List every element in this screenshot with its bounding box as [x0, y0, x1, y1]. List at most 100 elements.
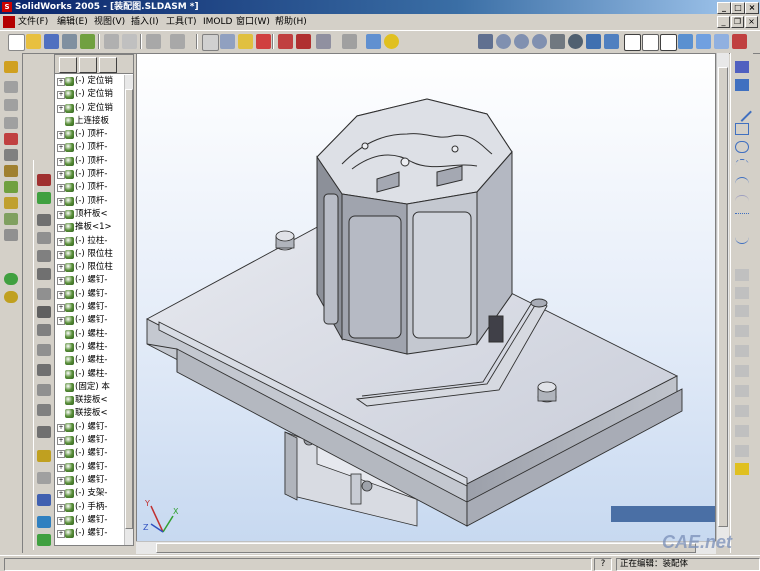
- expand-toggle-icon[interactable]: +: [57, 437, 65, 446]
- expand-toggle-icon[interactable]: +: [57, 317, 65, 326]
- linear-pattern-icon[interactable]: [37, 364, 51, 376]
- tree-row[interactable]: + (-) 限位柱: [55, 248, 125, 261]
- select-arrow-icon[interactable]: [202, 34, 219, 51]
- arc-icon[interactable]: [735, 159, 749, 172]
- graphics-area[interactable]: Y X Z: [136, 53, 716, 551]
- expand-toggle-icon[interactable]: +: [57, 264, 65, 273]
- expand-toggle-icon[interactable]: +: [57, 91, 65, 100]
- tree-scrollbar[interactable]: [124, 75, 133, 545]
- mate-icon[interactable]: [37, 192, 51, 204]
- expand-toggle-icon[interactable]: +: [57, 237, 65, 246]
- sketch-chamfer-icon[interactable]: [735, 385, 749, 397]
- mirror-entities-icon[interactable]: [735, 345, 749, 357]
- tree-row[interactable]: + (-) 支架-: [55, 487, 125, 500]
- expand-toggle-icon[interactable]: +: [57, 171, 65, 180]
- rotate-component-icon[interactable]: [37, 232, 51, 244]
- chamfer-icon[interactable]: [4, 165, 18, 177]
- viewport-horizontal-scrollbar[interactable]: [136, 541, 716, 554]
- print-icon[interactable]: [62, 34, 77, 49]
- tree-row[interactable]: + (-) 螺钉-: [55, 474, 125, 487]
- expand-toggle-icon[interactable]: +: [57, 490, 65, 499]
- copy-icon[interactable]: [122, 34, 137, 49]
- new-document-icon[interactable]: [8, 34, 25, 51]
- extend-icon[interactable]: [735, 287, 749, 299]
- assembly-statistics-icon[interactable]: [37, 516, 51, 528]
- viewport-vertical-scroll-thumb[interactable]: [718, 67, 728, 527]
- menu-tools[interactable]: 工具(T): [166, 16, 197, 28]
- tree-row[interactable]: + (-) 限位柱: [55, 261, 125, 274]
- tree-row[interactable]: + (-) 定位销: [55, 88, 125, 101]
- move-component-icon[interactable]: [37, 214, 51, 226]
- close-button[interactable]: ×: [745, 2, 759, 14]
- hidden-lines-visible-icon[interactable]: [642, 34, 659, 51]
- smart-fasteners-icon[interactable]: [37, 250, 51, 262]
- expand-toggle-icon[interactable]: +: [57, 530, 65, 539]
- expand-toggle-icon[interactable]: +: [57, 78, 65, 86]
- document-menu-icon[interactable]: [3, 16, 15, 28]
- solidworks-app-icon[interactable]: S: [2, 2, 12, 12]
- expand-toggle-icon[interactable]: +: [57, 210, 65, 219]
- tree-row[interactable]: + (-) 顶杆-: [55, 168, 125, 181]
- shadows-icon[interactable]: [714, 34, 729, 49]
- centerline-icon[interactable]: [735, 213, 749, 226]
- expand-toggle-icon[interactable]: +: [57, 157, 65, 166]
- expand-toggle-icon[interactable]: +: [57, 197, 65, 206]
- expand-toggle-icon[interactable]: +: [57, 423, 65, 432]
- tangent-arc-icon[interactable]: [735, 177, 749, 190]
- section-view-icon[interactable]: [732, 34, 747, 49]
- change-suppression-icon[interactable]: [37, 324, 51, 336]
- rib-icon[interactable]: [4, 181, 18, 193]
- convert-entities-icon[interactable]: [735, 325, 749, 337]
- fillet-icon[interactable]: [4, 149, 18, 161]
- tree-row[interactable]: + (-) 螺钉-: [55, 421, 125, 434]
- extrude-cut-icon[interactable]: [4, 133, 18, 145]
- minimize-button[interactable]: _: [717, 2, 731, 14]
- rectangle-icon[interactable]: [735, 123, 749, 135]
- tree-row[interactable]: 联接板<: [55, 407, 125, 420]
- properties-icon[interactable]: [366, 34, 381, 49]
- status-help[interactable]: ?: [594, 558, 612, 571]
- undo-icon[interactable]: [146, 34, 161, 49]
- rebuild-icon[interactable]: [256, 34, 271, 49]
- line-icon[interactable]: [732, 102, 752, 122]
- open-folder-icon[interactable]: [26, 34, 41, 49]
- dynamic-clearance-icon[interactable]: [37, 472, 51, 484]
- expand-toggle-icon[interactable]: +: [57, 463, 65, 472]
- macro-icon[interactable]: [342, 34, 357, 49]
- tree-row[interactable]: + (-) 顶杆-: [55, 155, 125, 168]
- hide-show-component-icon[interactable]: [37, 306, 51, 318]
- tree-row[interactable]: + (-) 顶杆-: [55, 141, 125, 154]
- tree-row[interactable]: + (-) 顶杆-: [55, 195, 125, 208]
- tree-row[interactable]: + (-) 定位销: [55, 102, 125, 115]
- reference-geometry-icon[interactable]: [4, 273, 18, 285]
- options-icon[interactable]: [296, 34, 311, 49]
- tree-row[interactable]: + 推板<1>: [55, 221, 125, 234]
- grid-icon[interactable]: [278, 34, 293, 49]
- zoom-to-fit-icon[interactable]: [478, 34, 493, 49]
- expand-toggle-icon[interactable]: +: [57, 277, 65, 286]
- expand-toggle-icon[interactable]: +: [57, 304, 65, 313]
- expand-toggle-icon[interactable]: +: [57, 503, 65, 512]
- linear-sketch-pattern-icon[interactable]: [735, 405, 749, 417]
- sweep-icon[interactable]: [4, 99, 18, 111]
- tree-row[interactable]: (-) 螺柱-: [55, 368, 125, 381]
- tree-row[interactable]: + 顶杆板<: [55, 208, 125, 221]
- expand-toggle-icon[interactable]: +: [57, 476, 65, 485]
- exploded-view-icon[interactable]: [37, 268, 51, 280]
- three-point-arc-icon[interactable]: [735, 195, 749, 208]
- save-icon[interactable]: [44, 34, 59, 49]
- circular-sketch-pattern-icon[interactable]: [735, 425, 749, 437]
- tab-feature-manager[interactable]: [59, 57, 77, 73]
- tree-row[interactable]: + (-) 拉柱-: [55, 235, 125, 248]
- tab-configuration-manager[interactable]: [99, 57, 117, 73]
- redo-icon[interactable]: [170, 34, 185, 49]
- viewport-vertical-scrollbar[interactable]: [716, 53, 729, 546]
- expand-toggle-icon[interactable]: +: [57, 250, 65, 259]
- revolve-icon[interactable]: [4, 81, 18, 93]
- point-icon[interactable]: [735, 249, 749, 261]
- sketch-icon[interactable]: [735, 61, 749, 73]
- print-preview-icon[interactable]: [80, 34, 95, 49]
- expand-toggle-icon[interactable]: +: [57, 224, 65, 233]
- menu-help[interactable]: 帮助(H): [275, 16, 307, 28]
- bill-of-materials-icon[interactable]: [37, 494, 51, 506]
